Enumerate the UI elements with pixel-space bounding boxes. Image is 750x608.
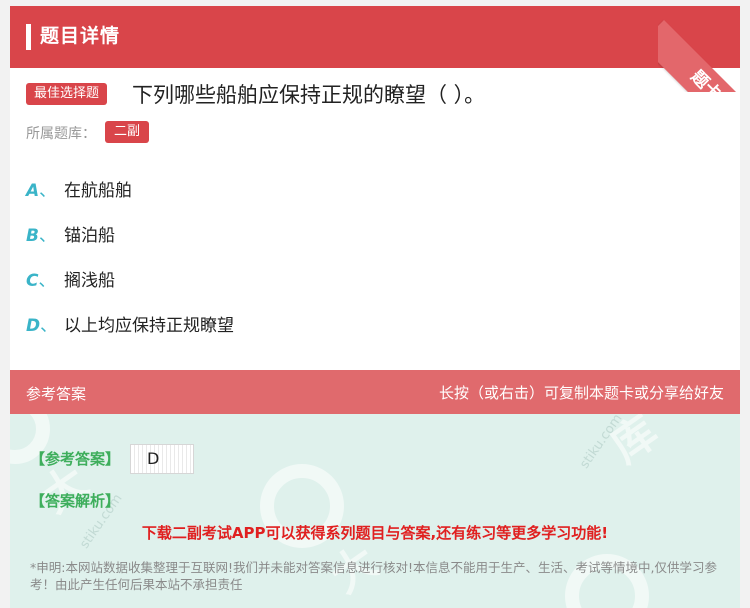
question-card: 题目详情 题卡 最佳选择题 下列哪些船舶应保持正规的瞭望（ ）。 所属题库： 二… xyxy=(10,6,750,608)
corner-ribbon-label: 题卡 xyxy=(686,66,725,92)
option-c[interactable]: C 搁浅船 xyxy=(26,265,115,291)
app-download-promo[interactable]: 下载二副考试APP可以获得系列题目与答案,还有练习等更多学习功能! xyxy=(10,522,740,543)
corner-ribbon: 题卡 xyxy=(658,0,750,92)
reference-answer-value: D xyxy=(147,449,160,468)
option-letter: B xyxy=(26,221,64,246)
answer-section-title: 参考答案 xyxy=(26,385,87,403)
option-text: 锚泊船 xyxy=(64,225,115,246)
option-text: 在航船舶 xyxy=(64,180,132,201)
answer-section-header: 参考答案 长按（或右击）可复制本题卡或分享给好友 xyxy=(10,370,740,414)
question-type-tag: 最佳选择题 xyxy=(26,83,108,105)
disclaimer: *申明:本网站数据收集整理于互联网!我们并未能对答案信息进行核对!本信息不能用于… xyxy=(30,560,717,592)
explanation-label: 【答案解析】 xyxy=(30,492,121,510)
option-letter: C xyxy=(26,266,64,291)
reference-answer-label: 【参考答案】 xyxy=(30,450,121,468)
header-title: 题目详情 xyxy=(40,25,121,47)
option-a[interactable]: A 在航船舶 xyxy=(26,175,132,201)
header-accent-bar xyxy=(26,24,31,50)
option-text: 以上均应保持正规瞭望 xyxy=(64,315,234,336)
card-header: 题目详情 xyxy=(10,6,740,68)
option-d[interactable]: D 以上均应保持正规瞭望 xyxy=(26,310,234,336)
option-letter: D xyxy=(26,311,64,336)
question-text: 下列哪些船舶应保持正规的瞭望（ ）。 xyxy=(132,83,486,107)
bank-label: 所属题库： xyxy=(26,126,96,142)
option-text: 搁浅船 xyxy=(64,270,115,291)
answer-body: 大 大 库 stiku.com stiku.com 【参考答案】 D 【答案解析… xyxy=(10,414,740,608)
bank-tag[interactable]: 二副 xyxy=(105,121,150,143)
option-letter: A xyxy=(26,176,64,201)
share-hint: 长按（或右击）可复制本题卡或分享给好友 xyxy=(438,384,724,402)
reference-answer-image: D xyxy=(130,444,194,474)
option-b[interactable]: B 锚泊船 xyxy=(26,220,115,246)
